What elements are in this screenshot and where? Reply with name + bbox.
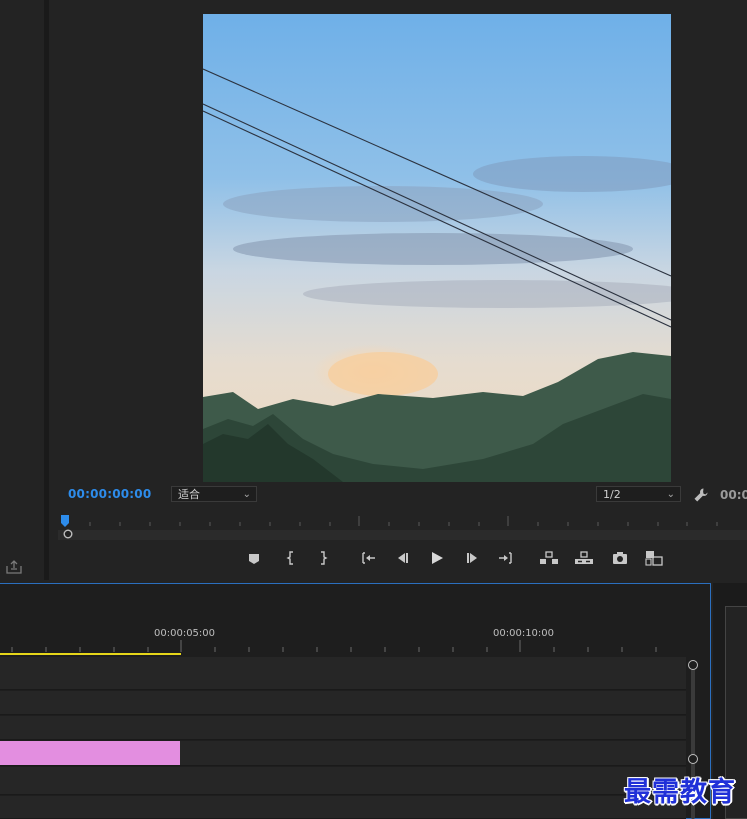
zoom-level-select[interactable]: 适合 ⌄: [171, 486, 257, 502]
step-forward-icon[interactable]: [463, 549, 483, 567]
video-track-v3[interactable]: [0, 657, 686, 690]
chevron-down-icon: ⌄: [666, 489, 675, 500]
monitor-scrub-bar[interactable]: [58, 530, 747, 540]
audio-track-a2[interactable]: [0, 767, 686, 795]
project-panel: [0, 0, 44, 580]
timeline-clip[interactable]: [0, 741, 180, 765]
scroll-handle-bottom[interactable]: [688, 754, 698, 764]
wrench-icon[interactable]: [693, 487, 709, 503]
zoom-level-value: 适合: [178, 488, 200, 501]
marker-icon[interactable]: [244, 549, 264, 567]
scroll-handle-top[interactable]: [688, 660, 698, 670]
video-track-v2[interactable]: [0, 691, 686, 715]
watermark-text: 最需教育: [624, 777, 736, 808]
timeline-ruler-label: 00:00:05:00: [154, 628, 216, 639]
playhead-timecode[interactable]: 00:00:00:00: [68, 487, 151, 501]
zoom-scroll-handle[interactable]: [63, 529, 73, 539]
playhead-marker-icon[interactable]: [61, 515, 69, 527]
video-preview: [203, 14, 671, 482]
video-track-v1[interactable]: [0, 716, 686, 740]
audio-track-a3[interactable]: [0, 796, 686, 819]
playback-resolution-value: 1/2: [603, 488, 621, 501]
step-back-icon[interactable]: [392, 549, 412, 567]
duration-timecode[interactable]: 00:0: [720, 488, 747, 502]
playback-resolution-select[interactable]: 1/2 ⌄: [596, 486, 681, 502]
camera-icon[interactable]: [610, 549, 630, 567]
monitor-time-ruler[interactable]: [58, 512, 747, 530]
export-icon[interactable]: [6, 560, 22, 574]
mark-in-icon[interactable]: [281, 549, 301, 567]
lift-icon[interactable]: [539, 549, 559, 567]
play-icon[interactable]: [427, 549, 447, 567]
work-area-bar[interactable]: [0, 653, 181, 655]
chevron-down-icon: ⌄: [242, 489, 251, 500]
go-to-out-icon[interactable]: [496, 549, 516, 567]
timeline-ruler-label: 00:00:10:00: [493, 628, 555, 639]
go-to-in-icon[interactable]: [358, 549, 378, 567]
compare-icon[interactable]: [644, 549, 664, 567]
extract-icon[interactable]: [574, 549, 594, 567]
mark-out-icon[interactable]: [313, 549, 333, 567]
